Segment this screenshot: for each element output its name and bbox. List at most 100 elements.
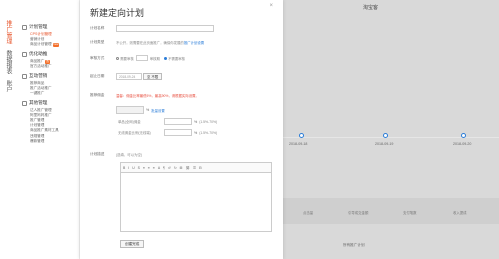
audit-days-input[interactable] [135, 55, 148, 61]
menu-item-label: 计划管理 [30, 123, 45, 128]
plans-footer-link[interactable]: 所有推广计划 [343, 243, 365, 248]
plan-name-input[interactable] [116, 25, 214, 32]
sidebar-menu: 计划管理 CPS计划管理 营销计划 商品计划管理 new 优化助推 商品推广热官方活动推广互… [22, 24, 78, 148]
stats-column: 支付笔数 [403, 211, 417, 215]
group-icon [22, 73, 27, 79]
menu-group: 计划管理 CPS计划管理 营销计划 商品计划管理 new [22, 24, 78, 47]
menu-item-label: 商品计划管理 [30, 41, 52, 46]
editor-tool-icon[interactable]: ↺ [168, 166, 171, 170]
description-editor[interactable] [120, 172, 272, 232]
wireless-commission-input[interactable] [164, 129, 192, 136]
percent-label: % [194, 130, 198, 135]
menu-item-label: 官方活动推广 [30, 63, 52, 68]
audit-option-need[interactable]: 需要审核 [116, 56, 134, 61]
wireless-commission-range: (1.5%-70%) [199, 130, 218, 135]
commission-warning: 温馨：佣金比率最低5%，最高90%，请根据实际设置。 [116, 94, 199, 98]
editor-toolbar: B I U S ≡ ≡ ≡ A ¶ ↺ ↻ ⊞ ⛓ ☰ ⊟ [120, 162, 272, 172]
editor-tool-icon[interactable]: ≡ [148, 166, 150, 170]
menu-item[interactable]: 一键推广 [22, 91, 78, 96]
editor-tool-icon[interactable]: ¶ [163, 166, 165, 170]
menu-item-label: 爆款管理 [30, 138, 45, 143]
editor-tool-icon[interactable]: ⛓ [186, 166, 190, 170]
group-icon [22, 24, 27, 30]
background-title: 淘宝客 [363, 5, 379, 11]
group-icon [22, 51, 27, 57]
commission-label: 推荐佣金 [90, 93, 105, 97]
editor-tool-icon[interactable]: ⊞ [180, 166, 183, 170]
stats-column: 引导成交金额 [348, 211, 369, 215]
menu-item-label: 营销计划 [30, 36, 45, 41]
batch-set-link[interactable]: 批量设置 [151, 108, 165, 113]
audit-period-label: 审核期 [149, 56, 160, 61]
single-commission-input[interactable] [164, 118, 192, 125]
date-tick: 2018-09-18 [289, 142, 308, 146]
vertical-tabs: 推广管理 数据报表 账户 [4, 20, 18, 98]
wireless-commission-label: 无线佣金比例(无线端) [118, 131, 151, 135]
percent-label: % [194, 119, 198, 124]
editor-tool-icon[interactable]: ≡ [143, 166, 145, 170]
description-label: 计划描述 [90, 152, 105, 156]
chart-point [383, 133, 388, 138]
menu-item-label: 推广管理 [30, 118, 45, 123]
menu-item[interactable]: 官方活动推广 [22, 64, 78, 69]
date-tick: 2018-09-20 [453, 142, 472, 146]
chart-axis-line [283, 137, 499, 138]
create-button[interactable]: 创建完成 [120, 240, 145, 248]
audit-option-none[interactable]: 不需要审核 [163, 56, 185, 61]
vtab-promotion[interactable]: 推广管理 [4, 20, 12, 44]
menu-group-label: 计划管理 [29, 24, 48, 29]
plan-type-label: 计划类型 [90, 40, 105, 44]
menu-group: 优化助推 商品推广热官方活动推广 [22, 51, 78, 69]
stats-column: 收入提成 [453, 211, 467, 215]
menu-group-label: 优化助推 [29, 51, 48, 57]
menu-item-label: 达人推广管理 [30, 107, 52, 112]
percent-label: % [146, 108, 150, 112]
editor-tool-icon[interactable]: B [123, 166, 125, 170]
audit-label: 审核方式 [90, 55, 105, 60]
plan-type-link[interactable]: 推广计划设置 [184, 40, 204, 45]
vtab-reports[interactable]: 数据报表 [4, 50, 12, 74]
single-commission-range: (1.5%-70%) [199, 119, 218, 124]
menu-item-label: 一键推广 [30, 90, 45, 95]
editor-tool-icon[interactable]: S [138, 166, 140, 170]
menu-group-head[interactable]: 优化助推 [22, 51, 78, 57]
date-tick: 2018-09-19 [375, 142, 394, 146]
menu-group-head[interactable]: 其他管理 [22, 100, 78, 106]
menu-item[interactable]: 商品计划管理 new [22, 42, 78, 47]
menu-item[interactable]: 爆款管理 [22, 139, 78, 144]
left-navigation: 推广管理 数据报表 账户 计划管理 CPS计划管理 营销计划 商品计划管理 new 优化助… [0, 0, 80, 259]
vtab-account[interactable]: 账户 [4, 80, 12, 92]
editor-tool-icon[interactable]: U [132, 166, 134, 170]
editor-tool-icon[interactable]: I [128, 166, 129, 170]
stats-column: 点击量 [303, 211, 314, 215]
menu-group-label: 其他管理 [29, 100, 48, 106]
editor-tool-icon[interactable]: ☰ [193, 166, 196, 170]
end-date-button[interactable]: 至 不限 [143, 73, 163, 80]
radio-icon [116, 57, 120, 61]
menu-item-label: 推广活动推广 [30, 85, 52, 90]
category-commission-input[interactable] [116, 106, 144, 114]
start-date-input[interactable]: 2018-09-24 [116, 73, 142, 80]
editor-tool-icon[interactable]: A [158, 166, 160, 170]
close-icon[interactable]: × [269, 3, 273, 9]
single-commission-label: 单品(全网)佣金 [118, 120, 141, 124]
editor-tool-icon[interactable]: ⊟ [199, 166, 202, 170]
editor-tool-icon[interactable]: ↻ [174, 166, 177, 170]
editor-tool-icon[interactable]: ≡ [153, 166, 155, 170]
menu-group-label: 互动营销 [29, 73, 48, 79]
menu-group: 互动营销 推荐商品 推广活动推广 一键推广 [22, 73, 78, 96]
menu-item-label: 商品推广素材工具 [30, 128, 59, 133]
radio-icon [163, 57, 168, 61]
plan-name-label: 计划名称 [90, 26, 105, 30]
menu-group: 其他管理 达人推广管理 阿里妈妈推广 推广管理 计划管理 商品推广素材工具 违规管理 爆款管理 [22, 100, 78, 144]
menu-item-label: 阿里妈妈推广 [30, 112, 52, 117]
menu-item-label: 违规管理 [30, 133, 45, 138]
menu-item-badge: new [52, 42, 60, 47]
menu-item-label: CPS计划管理 [30, 31, 52, 36]
menu-group-head[interactable]: 互动营销 [22, 73, 78, 79]
menu-item-label: 推荐商品 [30, 80, 45, 85]
modal-title: 新建定向计划 [90, 8, 145, 18]
group-icon [22, 100, 27, 106]
menu-group-head[interactable]: 计划管理 [22, 24, 78, 30]
plan-type-text: 不公开，则需要在此页面推广，确保你发展的 [116, 41, 184, 45]
